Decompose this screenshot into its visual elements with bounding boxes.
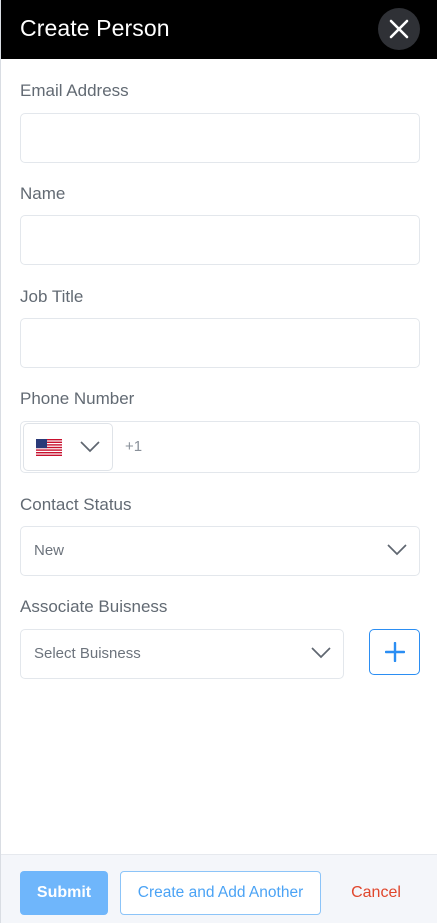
- country-code-select[interactable]: [23, 423, 113, 471]
- contact-status-select[interactable]: New: [20, 526, 420, 576]
- add-business-button[interactable]: [369, 629, 420, 675]
- form-footer: Submit Create and Add Another Cancel: [1, 854, 437, 923]
- close-icon: [389, 19, 409, 39]
- name-label: Name: [20, 184, 66, 203]
- us-flag-icon: [36, 439, 62, 456]
- create-person-panel: Create Person Email Address Name Job Tit…: [0, 0, 437, 923]
- chevron-down-icon: [311, 647, 331, 659]
- chevron-down-icon: [80, 441, 100, 453]
- cancel-button[interactable]: Cancel: [341, 871, 411, 915]
- email-label: Email Address: [20, 81, 129, 100]
- business-value: Select Buisness: [34, 645, 141, 662]
- plus-icon: [384, 642, 405, 662]
- contact-status-label: Contact Status: [20, 495, 132, 514]
- phone-input-group: +1: [20, 421, 420, 473]
- contact-status-value: New: [34, 542, 65, 559]
- business-label: Associate Buisness: [20, 597, 168, 616]
- dial-code: +1: [125, 438, 143, 455]
- close-button[interactable]: [378, 8, 420, 50]
- submit-button[interactable]: Submit: [20, 871, 108, 915]
- chevron-down-icon: [387, 544, 407, 556]
- name-field[interactable]: [20, 215, 420, 265]
- phone-label: Phone Number: [20, 389, 135, 408]
- job-title-field[interactable]: [20, 318, 420, 368]
- business-select[interactable]: Select Buisness: [20, 629, 344, 679]
- create-and-add-another-button[interactable]: Create and Add Another: [120, 871, 321, 915]
- email-field[interactable]: [20, 113, 420, 163]
- job-title-label: Job Title: [20, 287, 84, 306]
- panel-title: Create Person: [20, 15, 170, 41]
- panel-header: Create Person: [1, 0, 437, 59]
